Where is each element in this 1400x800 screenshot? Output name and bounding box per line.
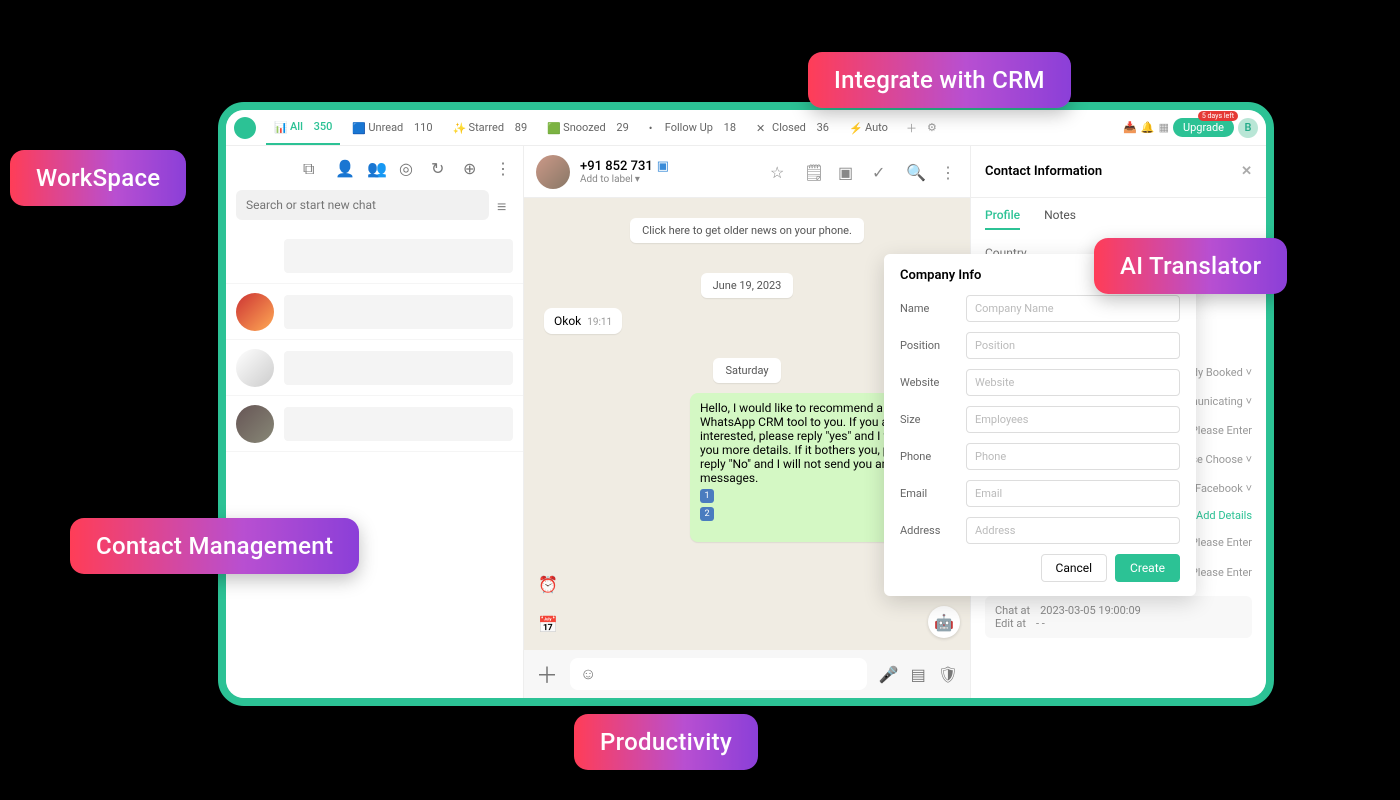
conv-header: +91 852 731▣ Add to label ▾ ☆ 🗒 ▣ ✓ 🔍 ⋮ [524,146,970,198]
tab-closed[interactable]: ✕Closed 36 [748,110,837,145]
chart-icon: 📊 [274,121,286,133]
clock-icon[interactable]: ⏰ [534,570,562,598]
date-pill: June 19, 2023 [701,273,794,298]
chat-sidebar: ⧉ 👤 👥 ◎ ↻ ⊕ ⋮ ≡ [226,146,524,698]
unread-icon: 🟦 [352,122,364,134]
company-name-input[interactable] [966,295,1180,322]
user-avatar[interactable]: B [1238,118,1258,138]
search-row: ≡ [226,190,523,228]
apps-icon[interactable]: ▦ [1159,121,1169,134]
shield-icon[interactable]: 🛡 [938,665,958,684]
email-input[interactable] [966,480,1180,507]
phone-input[interactable] [966,443,1180,470]
position-input[interactable] [966,332,1180,359]
conv-phone: +91 852 731▣ [580,159,669,174]
filter-icon[interactable]: ≡ [497,197,513,213]
mic-icon[interactable]: 🎤 [879,665,899,684]
emoji-icon[interactable]: ☺ [580,664,596,684]
auto-icon: ⚡ [849,122,861,134]
conv-avatar[interactable] [536,155,570,189]
option-2-badge: 2 [700,507,714,521]
side-tools: ⏰ 📅 [534,570,562,638]
tab-unread[interactable]: 🟦Unread 110 [344,110,440,145]
callout-translator: AI Translator [1094,238,1287,294]
chevron-down-icon: ˅ [1246,453,1252,466]
group-icon[interactable]: 👥 [367,159,385,177]
callout-contact-mgmt: Contact Management [70,518,359,574]
followup-icon: • [649,122,661,134]
calendar-icon[interactable]: 📅 [534,610,562,638]
tab-snoozed[interactable]: 🟩Snoozed 29 [539,110,637,145]
chat-item[interactable] [226,228,523,284]
tab-all[interactable]: 📊All 350 [266,110,340,145]
upgrade-badge: 5 days left [1198,111,1238,121]
star-icon: ✨ [453,122,465,134]
close-icon[interactable]: ✕ [1241,164,1252,179]
add-label[interactable]: Add to label ▾ [580,174,669,185]
target-icon[interactable]: ◎ [399,159,417,177]
callout-workspace: WorkSpace [10,150,186,206]
incoming-message: Okok19:11 [544,308,622,334]
add-tab-icon[interactable]: ＋ [900,120,923,136]
tab-followup[interactable]: •Follow Up 18 [641,110,744,145]
day-pill: Saturday [713,358,780,383]
settings-icon[interactable]: ⚙ [927,121,937,134]
note-icon[interactable]: 🗒 [804,163,822,181]
website-input[interactable] [966,369,1180,396]
older-messages-pill[interactable]: Click here to get older news on your pho… [630,218,864,243]
topbar: 📊All 350 🟦Unread 110 ✨Starred 89 🟩Snooze… [226,110,1266,146]
size-input[interactable] [966,406,1180,433]
bell-icon[interactable]: 🔔 [1141,121,1155,134]
message-input[interactable] [604,667,856,681]
tab-profile[interactable]: Profile [985,208,1020,230]
app-logo [234,117,256,139]
verified-icon: ▣ [657,159,669,174]
cp-header: Contact Information✕ [971,146,1266,198]
attach-icon[interactable]: ＋ [536,658,558,690]
cp-tabs: Profile Notes [971,198,1266,230]
media-icon[interactable]: ▣ [838,163,856,181]
chevron-down-icon: ˅ [1246,482,1252,495]
upgrade-button[interactable]: Upgrade5 days left [1173,118,1234,137]
star-outline-icon[interactable]: ☆ [770,163,788,181]
company-info-modal: Company Info Name Position Website Size … [884,254,1196,596]
refresh-icon[interactable]: ↻ [431,159,449,177]
chevron-down-icon: ▾ [635,174,640,185]
chat-item[interactable] [226,340,523,396]
chat-list [226,228,523,698]
bot-icon[interactable]: 🤖 [928,606,960,638]
chevron-down-icon: ˅ [1246,366,1252,379]
check-icon[interactable]: ✓ [872,163,890,181]
search-input[interactable] [236,190,489,220]
chevron-down-icon: ˅ [1246,395,1252,408]
conv-more-icon[interactable]: ⋮ [940,163,958,181]
snooze-icon: 🟩 [547,122,559,134]
inbox-icon[interactable]: 📥 [1123,121,1137,134]
composer: ＋ ☺ 🎤 ▤ 🛡 [524,650,970,698]
create-button[interactable]: Create [1115,554,1180,582]
tab-auto[interactable]: ⚡Auto [841,110,896,145]
cp-meta: Chat at2023-03-05 19:00:09 Edit at- - [985,596,1252,638]
composer-input-wrap: ☺ [570,658,867,690]
chat-item[interactable] [226,396,523,452]
tab-notes[interactable]: Notes [1044,208,1076,230]
callout-crm: Integrate with CRM [808,52,1071,108]
open-external-icon[interactable]: ⧉ [303,159,321,177]
option-1-badge: 1 [700,489,714,503]
cancel-button[interactable]: Cancel [1041,554,1108,582]
callout-productivity: Productivity [574,714,758,770]
new-icon[interactable]: ⊕ [463,159,481,177]
tab-starred[interactable]: ✨Starred 89 [445,110,536,145]
sidebar-toolbar: ⧉ 👤 👥 ◎ ↻ ⊕ ⋮ [226,146,523,190]
search-conv-icon[interactable]: 🔍 [906,163,924,181]
more-icon[interactable]: ⋮ [495,159,513,177]
closed-icon: ✕ [756,122,768,134]
address-input[interactable] [966,517,1180,544]
add-contact-icon[interactable]: 👤 [335,159,353,177]
template-icon[interactable]: ▤ [911,665,926,684]
chat-item[interactable] [226,284,523,340]
